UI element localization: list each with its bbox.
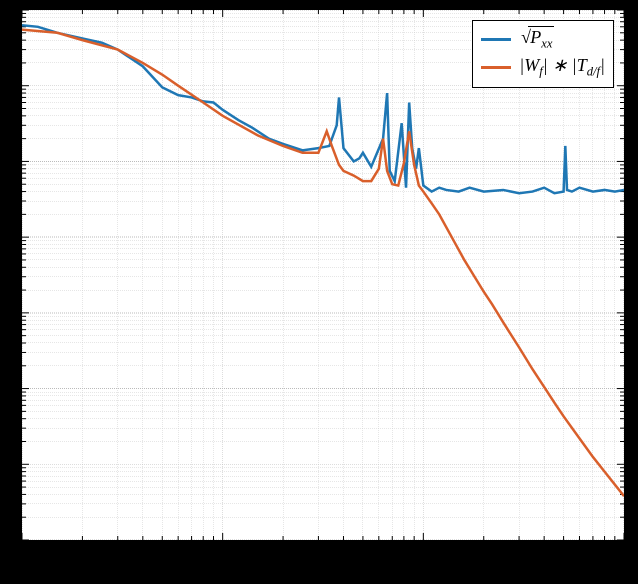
- legend-swatch-1: [481, 38, 511, 41]
- legend-item-2: |Wf| ∗ |Td/f|: [481, 53, 605, 81]
- legend-swatch-2: [481, 66, 511, 69]
- plot-area: Pxx |Wf| ∗ |Td/f|: [20, 8, 626, 542]
- series-2-line: [22, 30, 624, 496]
- series-group: [22, 25, 624, 496]
- grid: [22, 10, 624, 540]
- legend-item-1: Pxx: [481, 25, 605, 53]
- legend: Pxx |Wf| ∗ |Td/f|: [472, 20, 614, 88]
- legend-label-1: Pxx: [519, 25, 554, 53]
- legend-label-2: |Wf| ∗ |Td/f|: [519, 53, 605, 81]
- ticks: [22, 10, 624, 540]
- chart-svg: [22, 10, 624, 540]
